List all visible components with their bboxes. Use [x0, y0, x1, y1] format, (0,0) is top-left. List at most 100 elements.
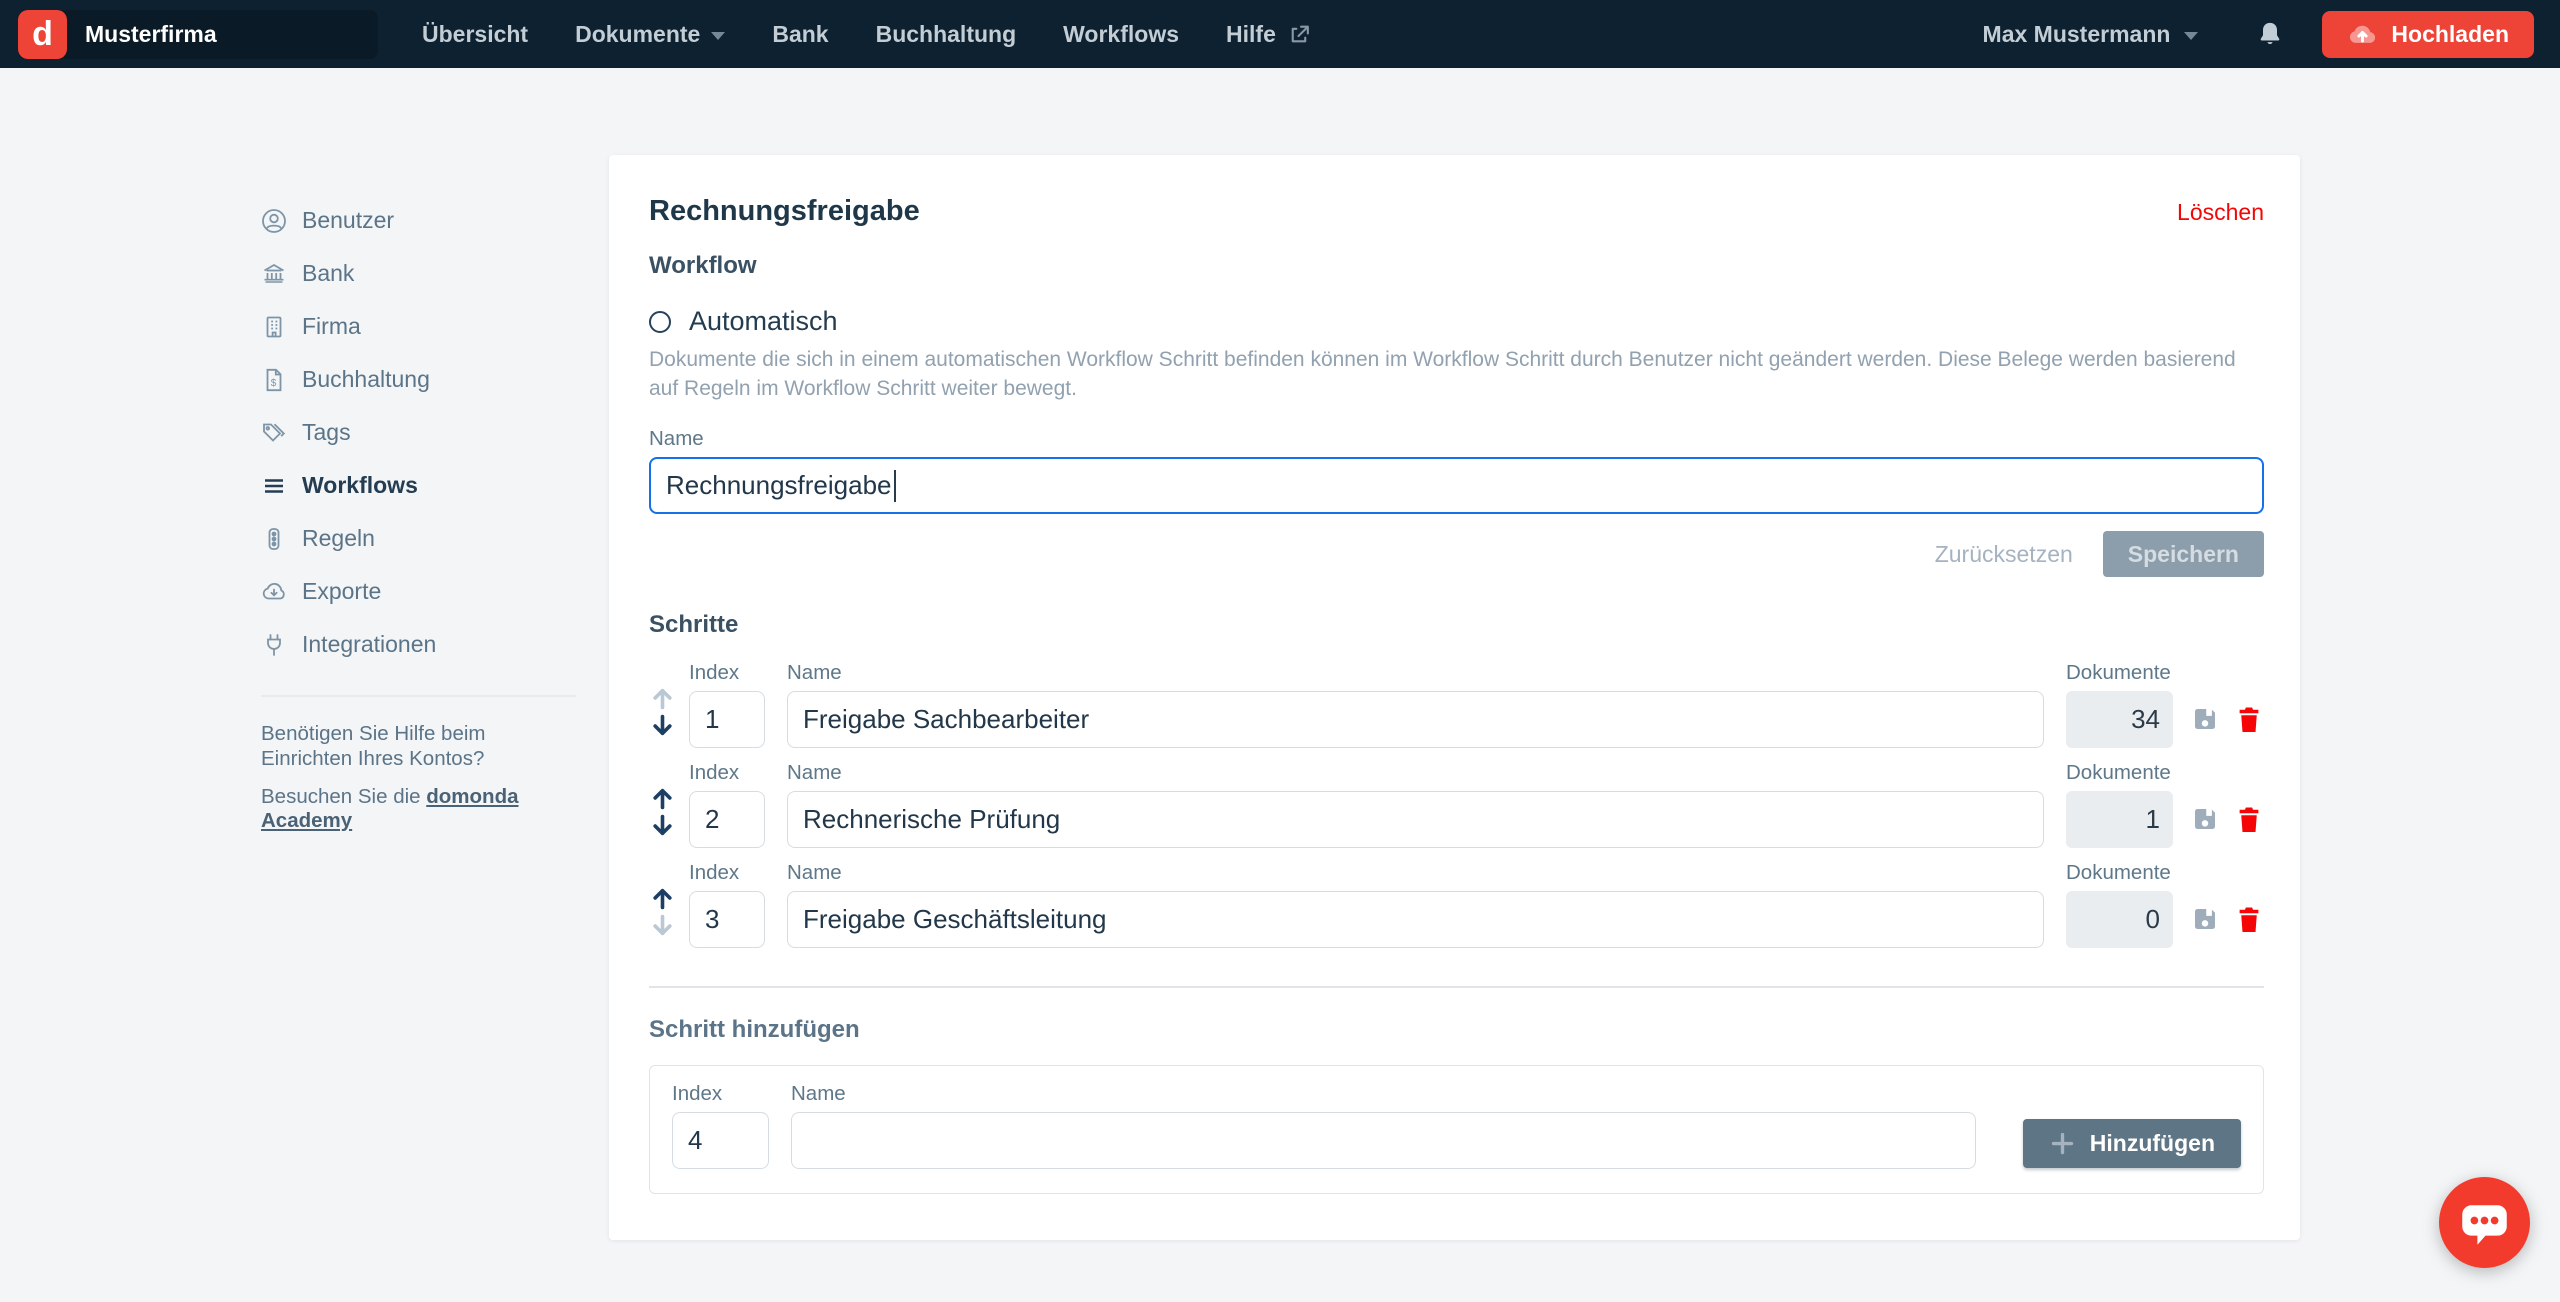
delete-step-icon[interactable]: [2234, 704, 2264, 734]
documents-field: Dokumente 1: [2066, 761, 2173, 848]
chevron-down-icon: [2184, 32, 2198, 40]
name-label: Name: [787, 761, 2044, 785]
add-step-button[interactable]: Hinzufügen: [2023, 1119, 2241, 1168]
form-actions: Zurücksetzen Speichern: [649, 531, 2264, 577]
move-down-icon[interactable]: [649, 812, 685, 839]
index-label: Index: [689, 761, 765, 785]
move-down-icon[interactable]: [649, 712, 685, 739]
name-field-label: Name: [649, 427, 2264, 451]
sidebar-item-label: Firma: [302, 313, 361, 340]
new-step-index-input[interactable]: [672, 1112, 769, 1169]
nav-bank[interactable]: Bank: [772, 21, 828, 48]
sidebar-item-workflows[interactable]: Workflows: [261, 459, 609, 512]
nav-uebersicht[interactable]: Übersicht: [422, 21, 528, 48]
plug-icon: [261, 632, 287, 658]
save-step-icon[interactable]: [2190, 704, 2220, 734]
sidebar-item-firma[interactable]: Firma: [261, 300, 609, 353]
save-step-icon[interactable]: [2190, 904, 2220, 934]
index-field: Index: [689, 761, 765, 848]
chat-bubble-icon: [2439, 1177, 2530, 1268]
name-field: Name: [791, 1082, 1976, 1169]
save-button[interactable]: Speichern: [2103, 531, 2264, 577]
nav-label: Hilfe: [1226, 21, 1276, 48]
card-header: Rechnungsfreigabe Löschen: [649, 195, 2264, 228]
delete-step-icon[interactable]: [2234, 804, 2264, 834]
notifications-bell-icon[interactable]: [2256, 20, 2284, 48]
workflow-name-value: Rechnungsfreigabe: [666, 470, 892, 501]
step-index-input[interactable]: [689, 791, 765, 848]
main-nav: Übersicht Dokumente Bank Buchhaltung Wor…: [422, 21, 1312, 48]
sidebar-item-label: Benutzer: [302, 207, 394, 234]
settings-sidebar: Benutzer Bank Firma $ Buchhaltung Tags W…: [0, 68, 609, 1240]
documents-label: Dokumente: [2066, 661, 2173, 685]
sidebar-item-benutzer[interactable]: Benutzer: [261, 194, 609, 247]
index-label: Index: [672, 1082, 769, 1106]
page: d Musterfirma Übersicht Dokumente Bank B…: [0, 0, 2560, 1240]
add-step-section-title: Schritt hinzufügen: [649, 1016, 2264, 1044]
reset-button[interactable]: Zurücksetzen: [1935, 541, 2073, 568]
sidebar-help-link-row: Besuchen Sie die domonda Academy: [261, 785, 609, 833]
move-up-icon[interactable]: [649, 685, 685, 712]
cloud-upload-icon: [2347, 19, 2378, 50]
delete-workflow-link[interactable]: Löschen: [2177, 199, 2264, 226]
workflow-detail-card: Rechnungsfreigabe Löschen Workflow Autom…: [609, 155, 2300, 1240]
nav-workflows[interactable]: Workflows: [1063, 21, 1179, 48]
documents-label: Dokumente: [2066, 761, 2173, 785]
sidebar-item-label: Tags: [302, 419, 351, 446]
sidebar-item-tags[interactable]: Tags: [261, 406, 609, 459]
step-index-input[interactable]: [689, 691, 765, 748]
move-up-icon[interactable]: [649, 785, 685, 812]
sidebar-item-label: Workflows: [302, 472, 418, 499]
help-link-prefix: Besuchen Sie die: [261, 785, 426, 808]
sidebar-item-label: Exporte: [302, 578, 381, 605]
nav-buchhaltung[interactable]: Buchhaltung: [876, 21, 1017, 48]
move-down-icon[interactable]: [649, 912, 685, 939]
move-up-icon[interactable]: [649, 885, 685, 912]
reorder-arrows: [649, 785, 685, 839]
sidebar-item-bank[interactable]: Bank: [261, 247, 609, 300]
name-field: Name: [787, 661, 2044, 748]
documents-label: Dokumente: [2066, 861, 2173, 885]
step-index-input[interactable]: [689, 891, 765, 948]
name-label: Name: [791, 1082, 1976, 1106]
step-row: Index Name Dokumente 1: [649, 761, 2264, 848]
topbar: d Musterfirma Übersicht Dokumente Bank B…: [0, 0, 2560, 68]
step-name-input[interactable]: [787, 891, 2044, 948]
sidebar-item-regeln[interactable]: Regeln: [261, 512, 609, 565]
nav-hilfe[interactable]: Hilfe: [1226, 21, 1312, 48]
page-title: Rechnungsfreigabe: [649, 195, 920, 228]
upload-button[interactable]: Hochladen: [2322, 11, 2534, 58]
sidebar-item-buchhaltung[interactable]: $ Buchhaltung: [261, 353, 609, 406]
sidebar-item-exporte[interactable]: Exporte: [261, 565, 609, 618]
radio-unchecked-icon: [649, 311, 671, 333]
documents-count: 1: [2066, 791, 2173, 848]
new-step-name-input[interactable]: [791, 1112, 1976, 1169]
user-menu[interactable]: Max Mustermann: [1983, 21, 2199, 48]
sidebar-item-integrationen[interactable]: Integrationen: [261, 618, 609, 671]
text-cursor: [894, 470, 896, 502]
name-field: Name: [787, 761, 2044, 848]
nav-label: Bank: [772, 21, 828, 48]
plus-icon: [2049, 1130, 2076, 1157]
company-switcher[interactable]: d Musterfirma: [18, 10, 378, 59]
add-step-button-label: Hinzufügen: [2090, 1130, 2215, 1157]
step-row: Index Name Dokumente 0: [649, 861, 2264, 948]
index-field: Index: [672, 1082, 769, 1169]
name-label: Name: [787, 661, 2044, 685]
automatic-radio[interactable]: Automatisch: [649, 306, 2264, 337]
chat-widget-button[interactable]: [2439, 1177, 2530, 1268]
sidebar-divider: [261, 695, 576, 697]
logo-letter: d: [32, 15, 53, 54]
workflow-name-input[interactable]: Rechnungsfreigabe: [649, 457, 2264, 514]
save-step-icon[interactable]: [2190, 804, 2220, 834]
step-name-input[interactable]: [787, 691, 2044, 748]
building-icon: [261, 314, 287, 340]
user-icon: [261, 208, 287, 234]
step-name-input[interactable]: [787, 791, 2044, 848]
upload-button-label: Hochladen: [2391, 21, 2509, 48]
reorder-arrows: [649, 685, 685, 739]
content: Benutzer Bank Firma $ Buchhaltung Tags W…: [0, 68, 2560, 1240]
nav-dokumente[interactable]: Dokumente: [575, 21, 725, 48]
automatic-radio-label: Automatisch: [689, 306, 838, 337]
delete-step-icon[interactable]: [2234, 904, 2264, 934]
